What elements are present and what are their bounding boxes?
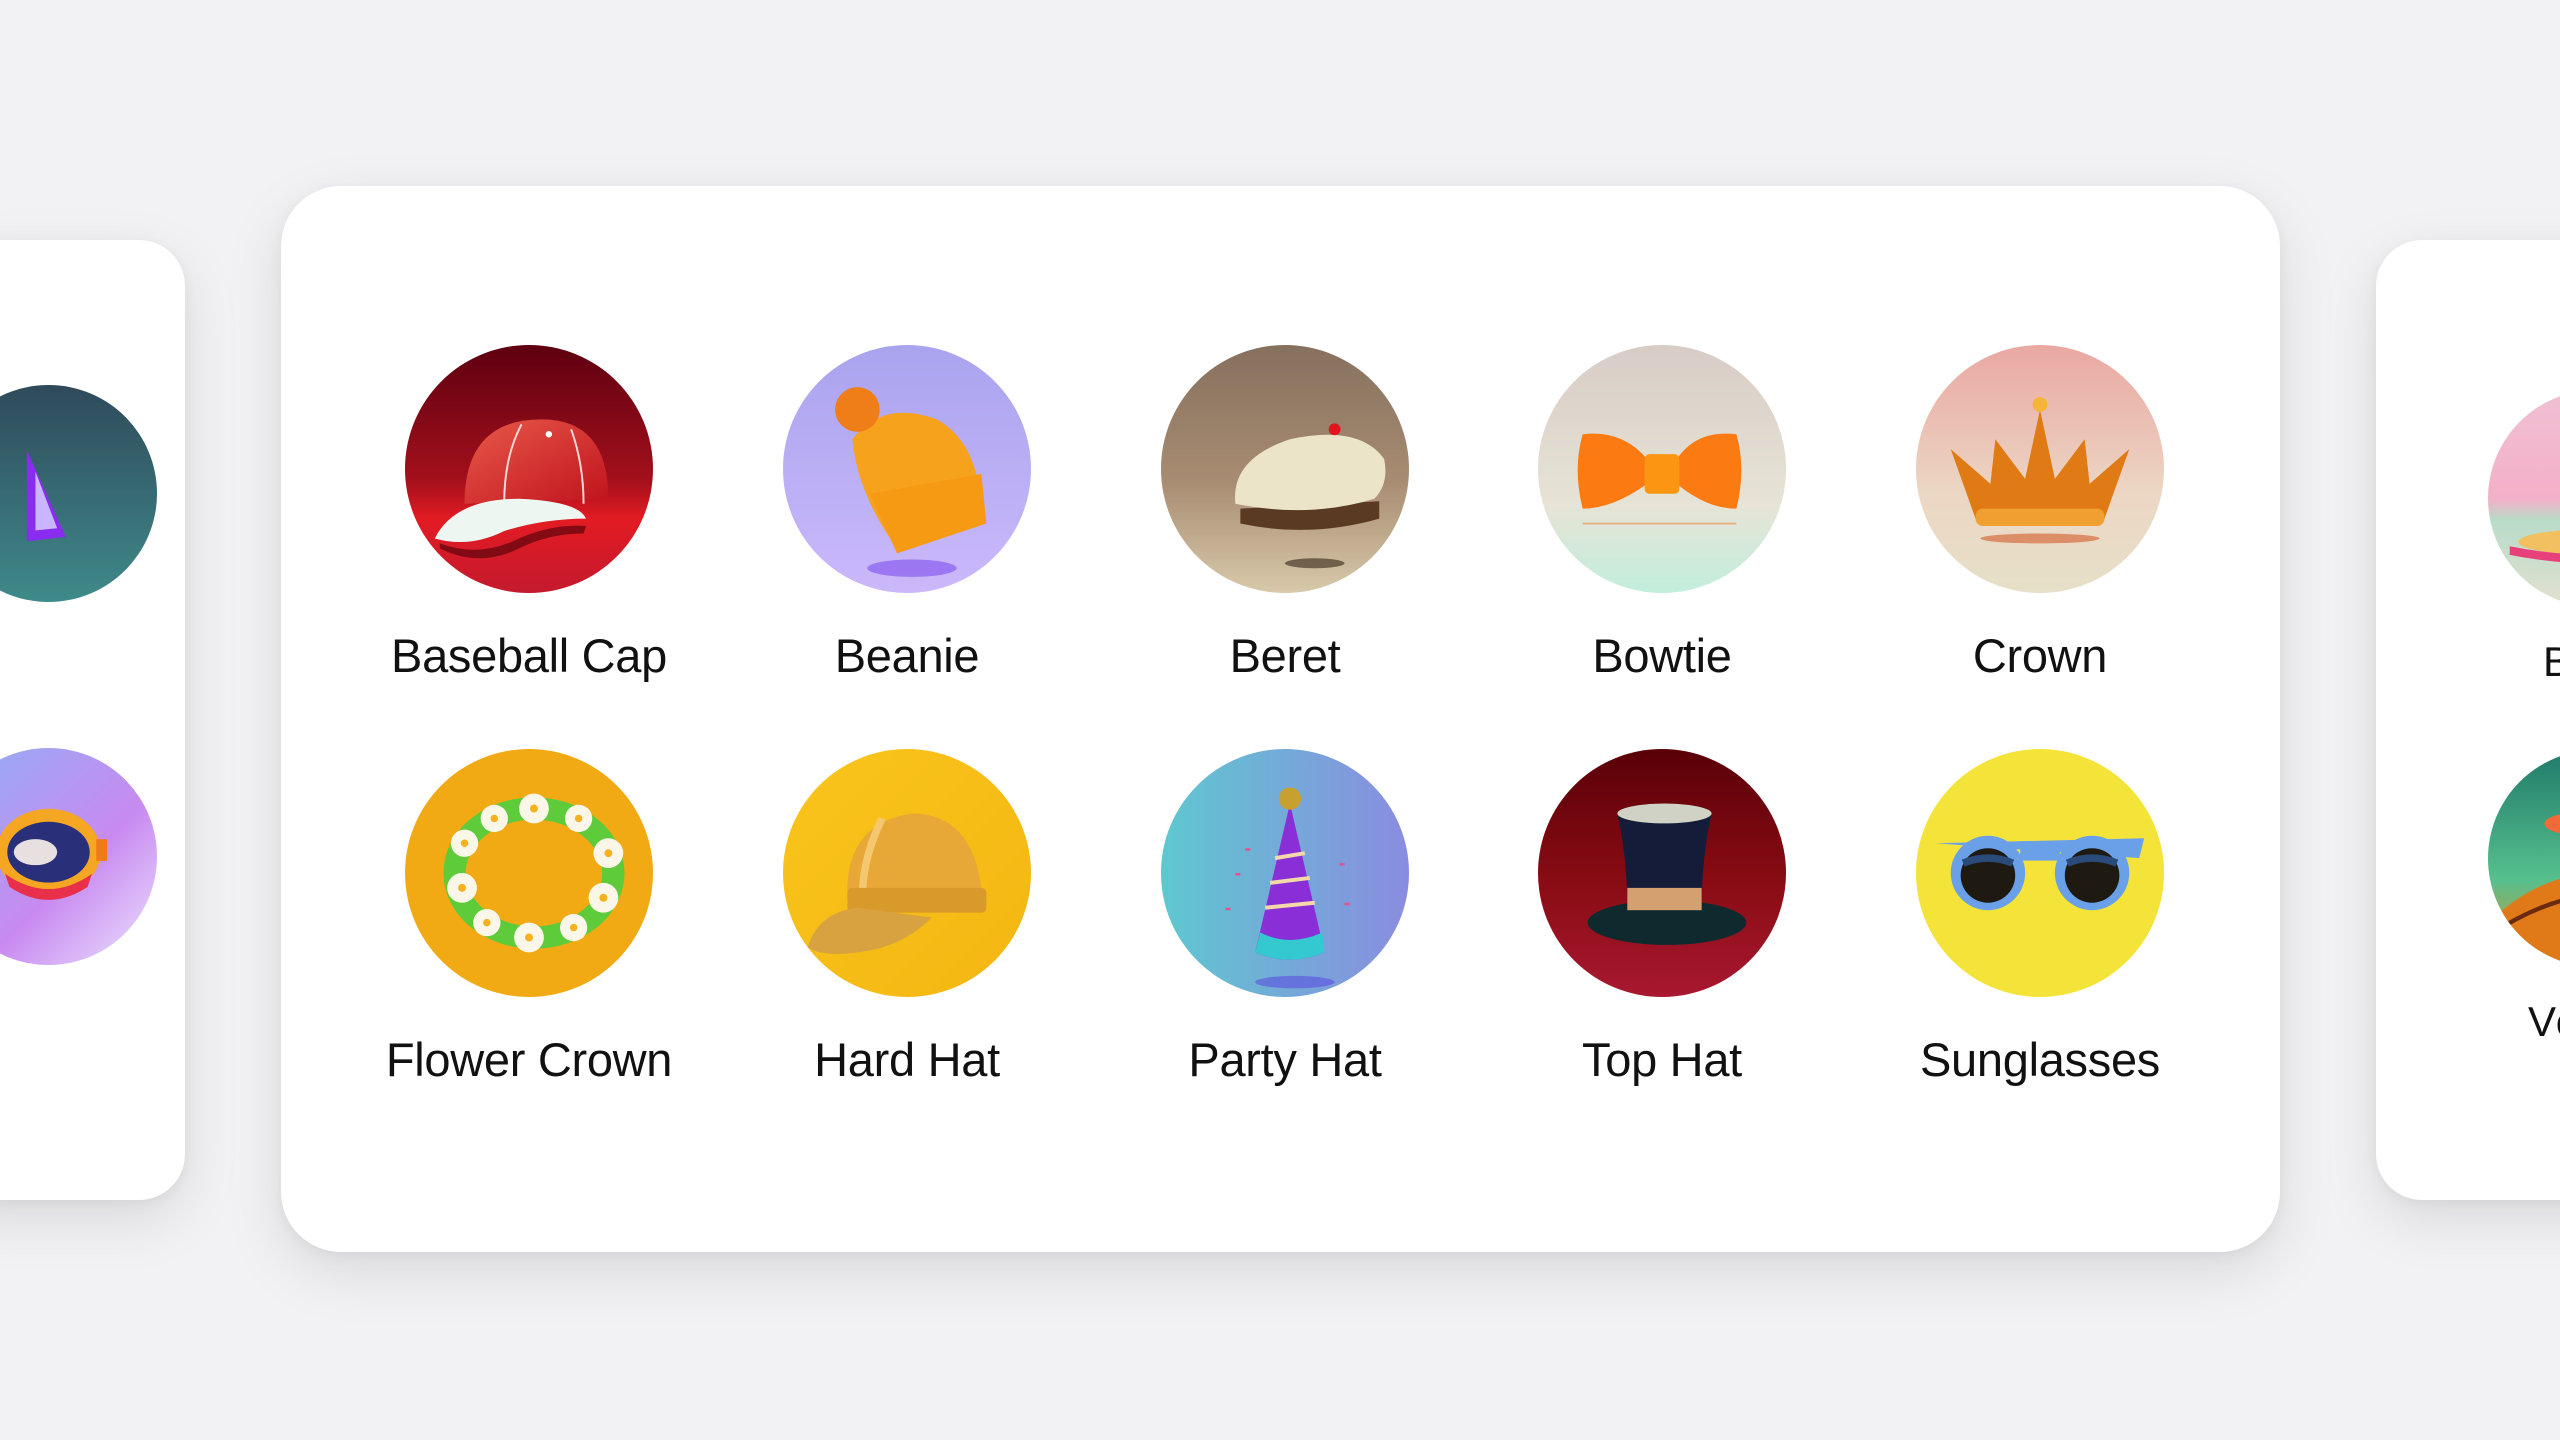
flower-crown-icon xyxy=(405,749,653,997)
item-label: Bowtie xyxy=(1592,629,1732,682)
item-label: hero xyxy=(0,996,185,1044)
bowtie-icon xyxy=(1538,345,1786,593)
next-card[interactable]: B Vc xyxy=(2376,240,2560,1200)
crown-icon xyxy=(1916,345,2164,593)
scientist-thumbnail xyxy=(0,385,157,602)
party-hat-icon xyxy=(1161,749,1409,997)
baseball-cap-icon xyxy=(405,345,653,593)
item-label: Vc xyxy=(2528,998,2560,1045)
item-label: Top Hat xyxy=(1582,1033,1742,1086)
hard-hat-icon xyxy=(783,749,1031,997)
top-hat-icon xyxy=(1538,749,1786,997)
item-label: Sunglasses xyxy=(1920,1033,2160,1086)
beret-icon xyxy=(1161,345,1409,593)
next-item-thumbnail-1 xyxy=(2488,390,2560,607)
item-label: Hard Hat xyxy=(814,1033,1000,1086)
accessory-card: Baseball Cap Beanie Beret Bowtie Crown F… xyxy=(281,186,2280,1252)
item-label: Party Hat xyxy=(1188,1033,1382,1086)
item-label: Flower Crown xyxy=(385,1033,673,1086)
sunglasses-icon xyxy=(1916,749,2164,997)
item-label: tist xyxy=(0,633,185,681)
superhero-thumbnail xyxy=(0,748,157,965)
item-label: Baseball Cap xyxy=(391,629,667,682)
item-label: Beanie xyxy=(834,629,980,682)
item-label: Crown xyxy=(1972,629,2108,682)
beanie-icon xyxy=(783,345,1031,593)
item-label: Beret xyxy=(1229,629,1341,682)
previous-card[interactable]: tist hero xyxy=(0,240,185,1200)
next-item-thumbnail-2 xyxy=(2488,750,2560,967)
item-label: B xyxy=(2543,638,2560,685)
